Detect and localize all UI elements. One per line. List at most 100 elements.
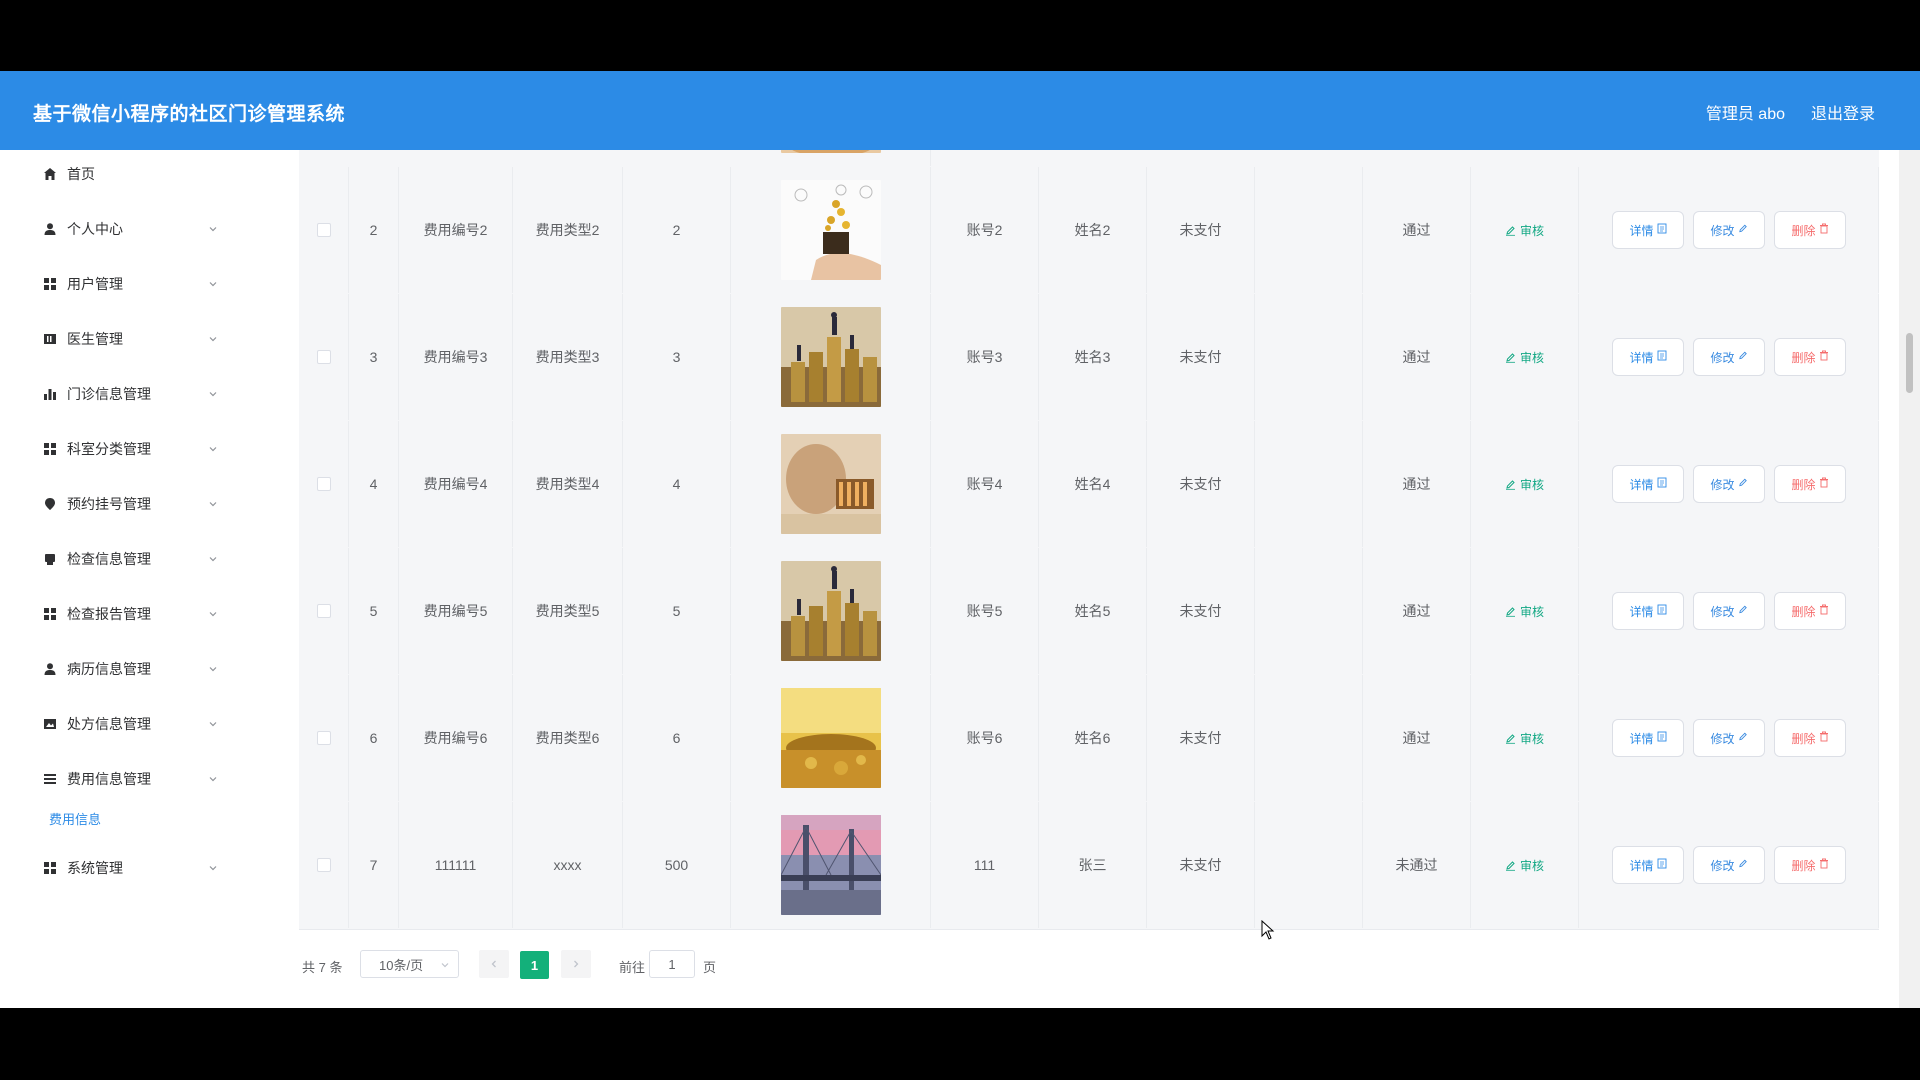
grid-icon — [43, 861, 57, 875]
edit-icon — [1505, 225, 1515, 236]
sidebar-item-label: 系统管理 — [67, 860, 123, 876]
page-size-select[interactable]: 10条/页 — [360, 950, 459, 978]
row-checkbox[interactable] — [316, 731, 331, 745]
fee-table-card: 2 费用编号2 费用类型2 2 账号2 姓名2 未支付 通过 审核 详情 修改 删除 3 费用编号3 费用类… — [259, 150, 1899, 1008]
audit-button[interactable]: 审核 — [1505, 476, 1544, 493]
row-code: 费用编号2 — [399, 167, 513, 293]
edit-icon — [1505, 733, 1515, 744]
menu-icon — [43, 772, 57, 786]
delete-button[interactable]: 删除 — [1774, 846, 1846, 884]
delete-button[interactable]: 删除 — [1774, 465, 1846, 503]
detail-button[interactable]: 详情 — [1612, 592, 1684, 630]
detail-button[interactable]: 详情 — [1612, 465, 1684, 503]
chevron-down-icon — [209, 557, 217, 562]
audit-button[interactable]: 审核 — [1505, 222, 1544, 239]
edit-icon — [1738, 604, 1748, 618]
sidebar: 首页 个人中心 用户管理 医生管理 门诊信息管理 科室分类管理 预约挂号管理 检… — [0, 150, 259, 1008]
sidebar-item-fees[interactable]: 费用信息管理 — [0, 759, 259, 799]
detail-button-label: 详情 — [1629, 731, 1654, 746]
sidebar-item-reports[interactable]: 检查报告管理 — [0, 594, 259, 634]
delete-button-label: 删除 — [1791, 223, 1816, 238]
sidebar-item-home[interactable]: 首页 — [0, 154, 259, 194]
delete-button[interactable]: 删除 — [1774, 211, 1846, 249]
row-idx: 4 — [349, 421, 399, 547]
scrollbar-thumb[interactable] — [1906, 333, 1913, 393]
edit-button[interactable]: 修改 — [1693, 592, 1765, 630]
audit-button[interactable]: 审核 — [1505, 349, 1544, 366]
sidebar-item-records[interactable]: 病历信息管理 — [0, 649, 259, 689]
delete-button[interactable]: 删除 — [1774, 719, 1846, 757]
sidebar-subitem-fee-info[interactable]: 费用信息 — [49, 809, 101, 828]
sidebar-item-personal[interactable]: 个人中心 — [0, 209, 259, 249]
edit-button[interactable]: 修改 — [1693, 465, 1765, 503]
audit-button[interactable]: 审核 — [1505, 857, 1544, 874]
row-name: 姓名6 — [1039, 675, 1147, 801]
row-name: 姓名4 — [1039, 421, 1147, 547]
edit-icon — [1505, 479, 1515, 490]
edit-button-label: 修改 — [1710, 350, 1735, 365]
row-actions-cell: 详情 修改 删除 — [1579, 802, 1879, 928]
detail-button[interactable]: 详情 — [1612, 211, 1684, 249]
row-checkbox[interactable] — [316, 350, 331, 364]
logout-button[interactable]: 退出登录 — [1811, 100, 1875, 124]
row-actions-cell: 详情 修改 删除 — [1579, 294, 1879, 420]
delete-button[interactable]: 删除 — [1774, 338, 1846, 376]
row-checkbox[interactable] — [316, 604, 331, 618]
row-checkbox[interactable] — [316, 858, 331, 872]
row-checkbox[interactable] — [316, 477, 331, 491]
goto-page-input[interactable]: 1 — [649, 950, 695, 978]
page-scrollbar[interactable] — [1899, 150, 1920, 1008]
row-account: 账号4 — [931, 421, 1039, 547]
row-code: 费用编号4 — [399, 421, 513, 547]
sidebar-item-departments[interactable]: 科室分类管理 — [0, 429, 259, 469]
fee-image — [780, 150, 881, 153]
detail-button-label: 详情 — [1629, 858, 1654, 873]
detail-button[interactable]: 详情 — [1612, 719, 1684, 757]
sidebar-item-users[interactable]: 用户管理 — [0, 264, 259, 304]
row-audit-cell: 审核 — [1471, 802, 1579, 928]
row-image — [731, 548, 931, 674]
sidebar-item-clinic[interactable]: 门诊信息管理 — [0, 374, 259, 414]
row-type: 费用类型2 — [513, 167, 623, 293]
row-image — [731, 150, 931, 166]
trash-icon — [1819, 223, 1829, 237]
prev-page-button[interactable] — [479, 950, 509, 978]
audit-label: 审核 — [1519, 223, 1544, 238]
edit-icon — [1738, 350, 1748, 364]
sidebar-item-label: 门诊信息管理 — [67, 386, 151, 402]
delete-button[interactable]: 删除 — [1774, 592, 1846, 630]
table-row: 5 费用编号5 费用类型5 5 账号5 姓名5 未支付 通过 审核 详情 修改 删除 — [299, 548, 1879, 676]
audit-button[interactable]: 审核 — [1505, 603, 1544, 620]
system-title: 基于微信小程序的社区门诊管理系统 — [33, 104, 346, 125]
fee-image — [780, 307, 881, 407]
sidebar-item-label: 费用信息管理 — [67, 771, 151, 787]
edit-button[interactable]: 修改 — [1693, 338, 1765, 376]
audit-button[interactable]: 审核 — [1505, 730, 1544, 747]
page-number-current[interactable]: 1 — [520, 951, 549, 979]
sidebar-item-prescriptions[interactable]: 处方信息管理 — [0, 704, 259, 744]
edit-button[interactable]: 修改 — [1693, 719, 1765, 757]
home-icon — [43, 167, 57, 181]
document-icon — [1657, 731, 1667, 745]
row-type: xxxx — [513, 802, 623, 928]
detail-button-label: 详情 — [1629, 223, 1654, 238]
row-checkbox[interactable] — [316, 223, 331, 237]
document-icon — [1657, 604, 1667, 618]
chevron-down-icon — [441, 963, 449, 968]
chevron-down-icon — [209, 392, 217, 397]
sidebar-item-appointments[interactable]: 预约挂号管理 — [0, 484, 259, 524]
fee-table: 2 费用编号2 费用类型2 2 账号2 姓名2 未支付 通过 审核 详情 修改 删除 3 费用编号3 费用类… — [299, 150, 1879, 1008]
detail-button[interactable]: 详情 — [1612, 338, 1684, 376]
row-account: 账号5 — [931, 548, 1039, 674]
edit-button[interactable]: 修改 — [1693, 211, 1765, 249]
detail-button[interactable]: 详情 — [1612, 846, 1684, 884]
user-icon — [43, 662, 57, 676]
chevron-down-icon — [209, 227, 217, 232]
edit-button-label: 修改 — [1710, 223, 1735, 238]
sidebar-item-doctors[interactable]: 医生管理 — [0, 319, 259, 359]
next-page-button[interactable] — [561, 950, 591, 978]
edit-button[interactable]: 修改 — [1693, 846, 1765, 884]
fee-image — [780, 434, 881, 534]
sidebar-item-examinations[interactable]: 检查信息管理 — [0, 539, 259, 579]
sidebar-item-system[interactable]: 系统管理 — [0, 848, 259, 888]
